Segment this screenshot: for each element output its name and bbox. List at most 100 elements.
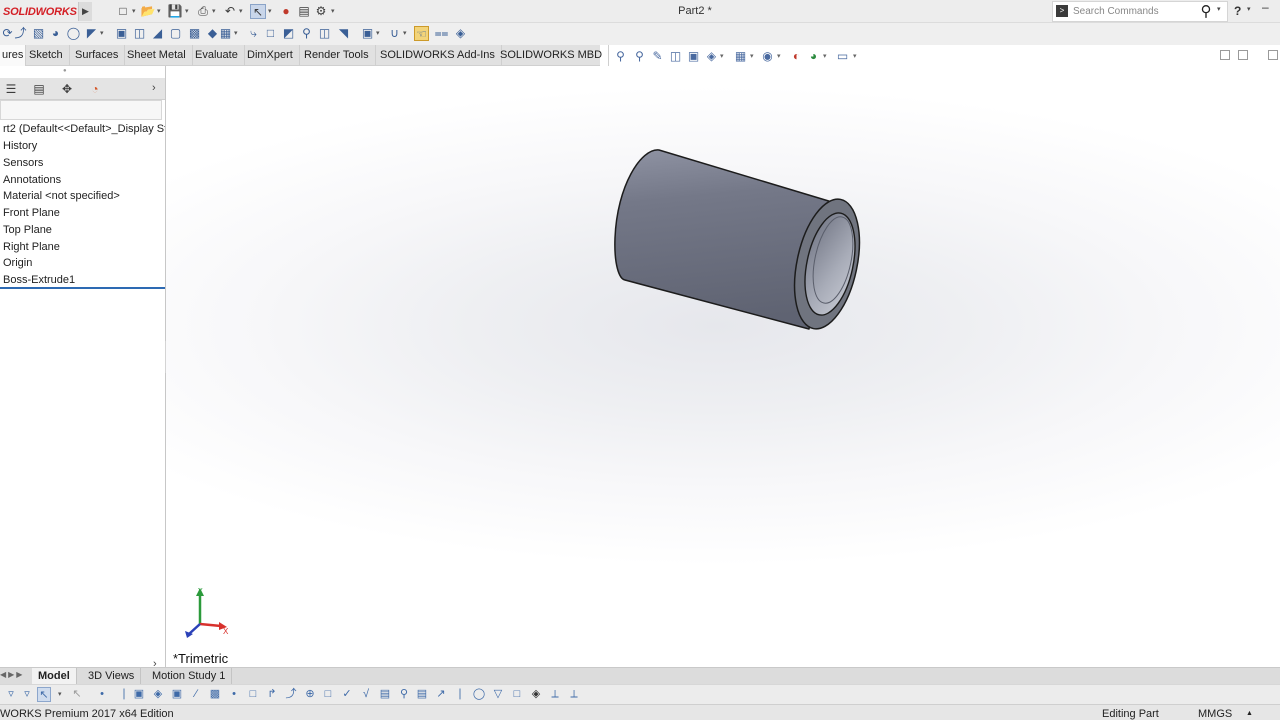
print-caret-icon[interactable]: ▾	[212, 4, 216, 19]
hole-wizard-icon[interactable]: ◯	[66, 26, 81, 41]
apply-scene-caret-icon[interactable]: ▾	[823, 52, 827, 60]
origin-icon[interactable]: ⩵	[434, 26, 449, 41]
options-gear-icon[interactable]: ⚙	[313, 4, 329, 19]
panel-grip-icon[interactable]: ●	[63, 68, 67, 74]
move-face-icon[interactable]: ◫	[317, 26, 332, 41]
search-magnifier-icon[interactable]: ⚲	[1196, 2, 1216, 21]
help-icon[interactable]: ?	[1234, 4, 1241, 18]
rebuild-traffic-light-icon[interactable]: ●	[278, 4, 294, 19]
property-manager-icon[interactable]: ▤	[31, 81, 47, 97]
select-caret-icon[interactable]: ▾	[268, 4, 272, 19]
revolved-cut-icon[interactable]: ◕	[48, 26, 63, 41]
filter-weld-symbols-icon[interactable]: ▤	[415, 687, 429, 702]
tab-surfaces[interactable]: Surfaces	[69, 45, 126, 66]
unit-system-caret-icon[interactable]: ▲	[1246, 706, 1253, 720]
filter-cosmetic-threads-icon[interactable]: ∣	[453, 687, 467, 702]
curves-icon[interactable]: ⤷	[246, 26, 261, 41]
linear-pattern-icon[interactable]: ▣	[114, 26, 129, 41]
pointer-caret-icon[interactable]: ▾	[58, 687, 62, 702]
options-caret-icon[interactable]: ▾	[331, 4, 335, 19]
feature-tree-filter[interactable]	[0, 100, 162, 120]
wrap-icon[interactable]: ▩	[187, 26, 202, 41]
more-tabs-arrow-icon[interactable]: ›	[152, 82, 156, 94]
tab-evaluate[interactable]: Evaluate	[189, 45, 245, 66]
filter-faces-icon[interactable]: ▣	[132, 687, 146, 702]
zoom-area-icon[interactable]: ⚲	[299, 26, 314, 41]
tab-sheet-metal[interactable]: Sheet Metal	[121, 45, 193, 66]
restore-window-icon[interactable]	[1220, 50, 1230, 60]
tab-3d-views[interactable]: 3D Views	[82, 668, 142, 685]
filter-edges-icon[interactable]: ∣	[117, 687, 131, 702]
undo-caret-icon[interactable]: ▾	[239, 4, 243, 19]
tree-item-part[interactable]: rt2 (Default<<Default>_Display Sta	[0, 121, 165, 138]
hide-show-caret-icon[interactable]: ▾	[777, 52, 781, 60]
filter-solid-bodies-icon[interactable]: ▣	[170, 687, 184, 702]
select-cursor-icon[interactable]: ↖	[250, 4, 266, 19]
selection-filter-icon[interactable]: ▿	[20, 687, 34, 702]
print-icon[interactable]: ⎙	[195, 4, 211, 19]
solidworks-logo[interactable]: SOLIDWORKS	[0, 2, 78, 22]
filter-connection-points-icon[interactable]: ◈	[529, 687, 543, 702]
tab-solidworks-mbd[interactable]: SOLIDWORKS MBD	[494, 45, 610, 66]
file-properties-icon[interactable]: ▤	[296, 4, 312, 19]
filter-vertices-icon[interactable]: •	[95, 687, 109, 702]
tree-item-top-plane[interactable]: Top Plane	[0, 222, 165, 239]
tab-solidworks-add-ins[interactable]: SOLIDWORKS Add-Ins	[374, 45, 502, 66]
select-pointer-icon[interactable]: ↖	[37, 687, 51, 702]
shell-icon[interactable]: ▢	[168, 26, 183, 41]
tab-scroll-arrows-icon[interactable]: ◀▶▶	[0, 670, 24, 679]
extruded-tube-model[interactable]	[611, 146, 871, 341]
3d-part-icon[interactable]: ◈	[453, 26, 468, 41]
filter-datum-features-icon[interactable]: ⚲	[397, 687, 411, 702]
close-window-icon[interactable]	[1268, 50, 1278, 60]
filter-routing-points-icon[interactable]: ⟂	[548, 687, 562, 702]
mirror-icon[interactable]: ◥	[336, 26, 351, 41]
filter-mesh-icon[interactable]: ⟂	[567, 687, 581, 702]
reference-geometry-icon[interactable]: ▦	[218, 26, 233, 41]
tab-motion-study-1[interactable]: Motion Study 1	[146, 668, 233, 685]
save-icon[interactable]: 💾	[167, 4, 183, 19]
tree-item-annotations[interactable]: Annotations	[0, 172, 165, 189]
tab-dimxpert[interactable]: DimXpert	[241, 45, 300, 66]
open-caret-icon[interactable]: ▾	[157, 4, 161, 19]
instant3d-toggle-icon[interactable]: ☜	[414, 26, 429, 41]
view-orientation-icon[interactable]: ◈	[704, 49, 719, 64]
view-orientation-caret-icon[interactable]: ▾	[720, 52, 724, 60]
filter-axes-icon[interactable]: ∕	[189, 687, 203, 702]
extruded-cut-icon[interactable]: ▧	[31, 26, 46, 41]
zoom-to-area-icon[interactable]: ⚲	[632, 49, 647, 64]
graphics-area[interactable]: Y X *Trimetric	[166, 66, 1280, 667]
instant3d-icon[interactable]: □	[263, 26, 278, 41]
previous-view-icon[interactable]: ✎	[650, 49, 665, 64]
feature-manager-tree-icon[interactable]: ☰	[3, 81, 19, 97]
apply-scene-icon[interactable]: ◕	[806, 49, 821, 64]
tab-sketch[interactable]: Sketch	[23, 45, 70, 66]
combine-caret-icon[interactable]: ▾	[376, 26, 380, 41]
undo-icon[interactable]: ↶	[222, 4, 238, 19]
window-minimize-icon[interactable]: –	[1262, 0, 1269, 14]
help-caret-icon[interactable]: ▾	[1247, 5, 1251, 13]
dynamic-annotation-icon[interactable]: ▣	[686, 49, 701, 64]
filter-surface-bodies-icon[interactable]: ◈	[151, 687, 165, 702]
zoom-to-fit-icon[interactable]: ⚲	[613, 49, 628, 64]
fillet-icon[interactable]: ◤	[84, 26, 99, 41]
curve-through-points-icon[interactable]: ∪	[387, 26, 402, 41]
panel-expand-arrow-icon[interactable]: ›	[153, 658, 157, 670]
open-folder-icon[interactable]: 📂	[140, 4, 156, 19]
filter-center-marks-icon[interactable]: ⤴	[284, 687, 298, 702]
display-manager-icon[interactable]: ◔	[87, 81, 103, 97]
view-settings-icon[interactable]: ▭	[835, 49, 850, 64]
box-select-icon[interactable]: ↖	[70, 687, 84, 702]
combine-icon[interactable]: ▣	[360, 26, 375, 41]
display-style-caret-icon[interactable]: ▾	[750, 52, 754, 60]
filter-midpoints-icon[interactable]: ↱	[265, 687, 279, 702]
configuration-manager-icon[interactable]: ✥	[59, 81, 75, 97]
filter-toolbar-icon[interactable]: ▿	[4, 687, 18, 702]
curve-caret-icon[interactable]: ▾	[403, 26, 407, 41]
filter-cosmetic-welds-icon[interactable]: ▽	[491, 687, 505, 702]
section-view-hud-icon[interactable]: ◫	[668, 49, 683, 64]
unit-system-selector[interactable]: MMGS	[1198, 706, 1232, 720]
filter-datum-targets-icon[interactable]: ↗	[434, 687, 448, 702]
search-commands-input[interactable]	[1073, 4, 1193, 19]
filter-dowel-pin-icon[interactable]: □	[510, 687, 524, 702]
